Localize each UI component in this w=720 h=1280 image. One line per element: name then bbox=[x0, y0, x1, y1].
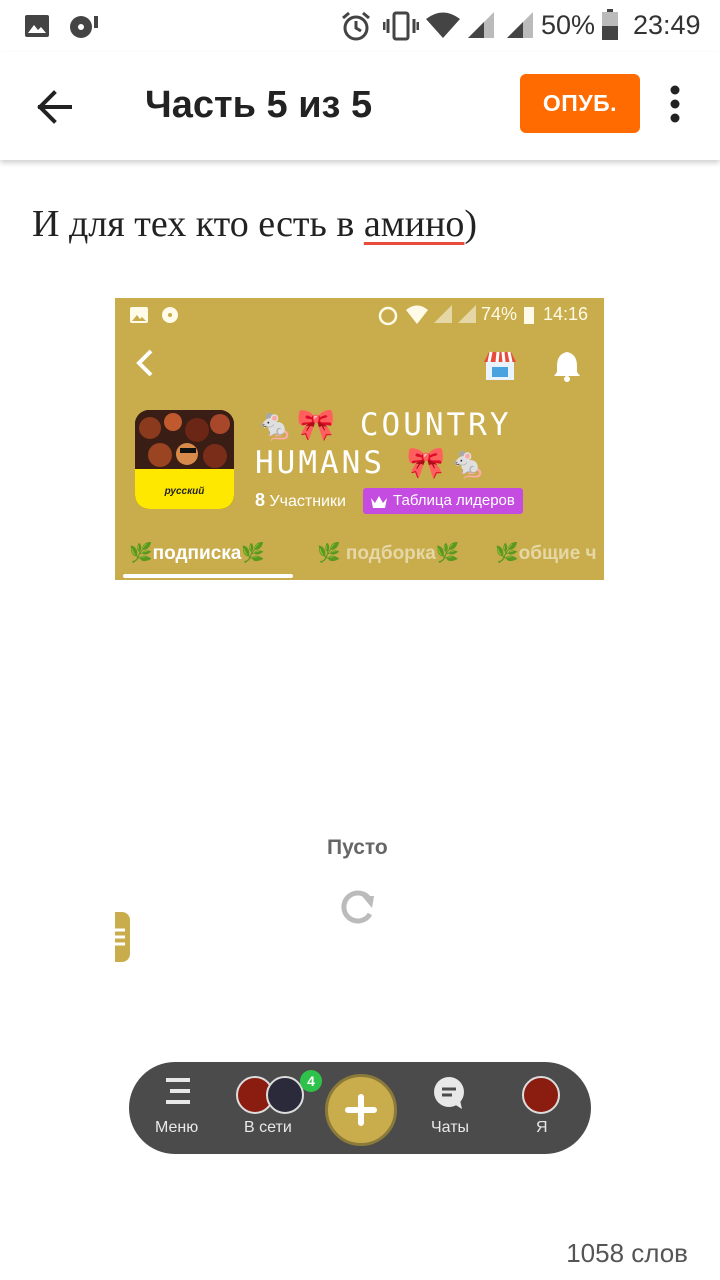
community-title-line1: 🐁🎀 COUNTRY bbox=[255, 407, 512, 443]
nav-menu-label: Меню bbox=[155, 1119, 199, 1136]
nav-online-label: В сети bbox=[244, 1119, 292, 1136]
embedded-tab-subscriptions: 🌿подписка🌿 bbox=[129, 543, 266, 564]
paragraph-text-end: ) bbox=[464, 203, 478, 245]
side-panel-handle bbox=[115, 912, 130, 962]
chat-bubble-icon bbox=[432, 1076, 466, 1115]
page-title: Часть 5 из 5 bbox=[145, 84, 373, 126]
publish-button[interactable]: ОПУБ. bbox=[520, 74, 640, 133]
wifi-icon bbox=[425, 12, 461, 45]
hamburger-menu-icon bbox=[162, 1076, 194, 1111]
vibrate-icon bbox=[382, 10, 420, 47]
word-count: 1058 слов bbox=[566, 1238, 688, 1268]
status-bar: 50% 23:49 bbox=[0, 0, 720, 52]
bell-icon bbox=[552, 350, 582, 387]
music-notification-icon bbox=[68, 12, 100, 45]
embedded-music-icon bbox=[161, 304, 183, 329]
embedded-back-icon bbox=[135, 348, 155, 383]
overflow-menu-button[interactable] bbox=[660, 80, 690, 132]
battery-percent: 50% bbox=[541, 10, 596, 40]
members-count: 8 Участники bbox=[255, 490, 346, 511]
back-button[interactable] bbox=[30, 82, 80, 132]
app-bar: Часть 5 из 5 ОПУБ. bbox=[0, 52, 720, 160]
embedded-wifi-icon bbox=[405, 305, 429, 330]
online-count-badge: 4 bbox=[300, 1070, 322, 1092]
empty-state-label: Пусто bbox=[327, 836, 388, 859]
embedded-image-icon bbox=[129, 306, 149, 329]
store-icon bbox=[483, 350, 517, 387]
story-paragraph[interactable]: И для тех кто есть в амино) bbox=[32, 202, 477, 246]
signal-icon-2 bbox=[505, 10, 535, 45]
refresh-icon bbox=[336, 886, 380, 931]
side-menu-lines-icon bbox=[115, 928, 125, 946]
embedded-alarm-icon bbox=[377, 304, 399, 331]
leaderboard-badge: Таблица лидеров bbox=[363, 488, 523, 514]
clock: 23:49 bbox=[633, 10, 701, 40]
embedded-tab-general: 🌿общие ч bbox=[495, 543, 597, 564]
paragraph-text: И для тех кто есть в bbox=[32, 203, 364, 245]
signal-icon-1 bbox=[466, 10, 496, 45]
image-notification-icon bbox=[24, 14, 50, 43]
amino-bottom-nav: Меню 4 В сети Чаты Я bbox=[129, 1062, 591, 1154]
nav-me-label: Я bbox=[536, 1119, 548, 1136]
embedded-screenshot[interactable]: 74% 14:16 русский 🐁🎀 COUNTRY HUMANS 🎀🐁 8… bbox=[115, 298, 604, 1253]
spellcheck-word: амино bbox=[363, 203, 465, 245]
avatar-label: русский bbox=[164, 486, 205, 497]
embedded-battery-percent: 74% bbox=[481, 304, 518, 324]
members-label: Участники bbox=[269, 493, 346, 510]
community-title-line2: HUMANS 🎀🐁 bbox=[255, 445, 490, 481]
leaderboard-label: Таблица лидеров bbox=[393, 492, 515, 509]
embedded-signal-icon-2 bbox=[457, 304, 477, 329]
plus-icon bbox=[345, 1094, 377, 1126]
alarm-icon bbox=[340, 10, 372, 47]
members-number: 8 bbox=[255, 490, 266, 510]
embedded-clock: 14:16 bbox=[543, 304, 589, 324]
create-post-button bbox=[325, 1074, 397, 1146]
active-tab-indicator bbox=[123, 574, 293, 578]
more-vert-icon bbox=[670, 85, 680, 123]
community-title: 🐁🎀 COUNTRY HUMANS 🎀🐁 bbox=[255, 406, 600, 482]
amino-community-header: 74% 14:16 русский 🐁🎀 COUNTRY HUMANS 🎀🐁 8… bbox=[115, 298, 604, 580]
community-avatar: русский bbox=[135, 410, 234, 509]
embedded-signal-icon-1 bbox=[433, 304, 453, 329]
online-avatar-2 bbox=[266, 1076, 304, 1114]
community-avatar-art bbox=[135, 410, 234, 472]
arrow-back-icon bbox=[37, 90, 72, 124]
embedded-tab-featured: 🌿 подборка🌿 bbox=[317, 543, 460, 564]
crown-icon bbox=[370, 493, 388, 519]
embedded-battery-icon bbox=[523, 305, 535, 330]
battery-icon bbox=[601, 9, 619, 46]
profile-avatar bbox=[522, 1076, 560, 1114]
nav-chats-label: Чаты bbox=[431, 1119, 470, 1136]
